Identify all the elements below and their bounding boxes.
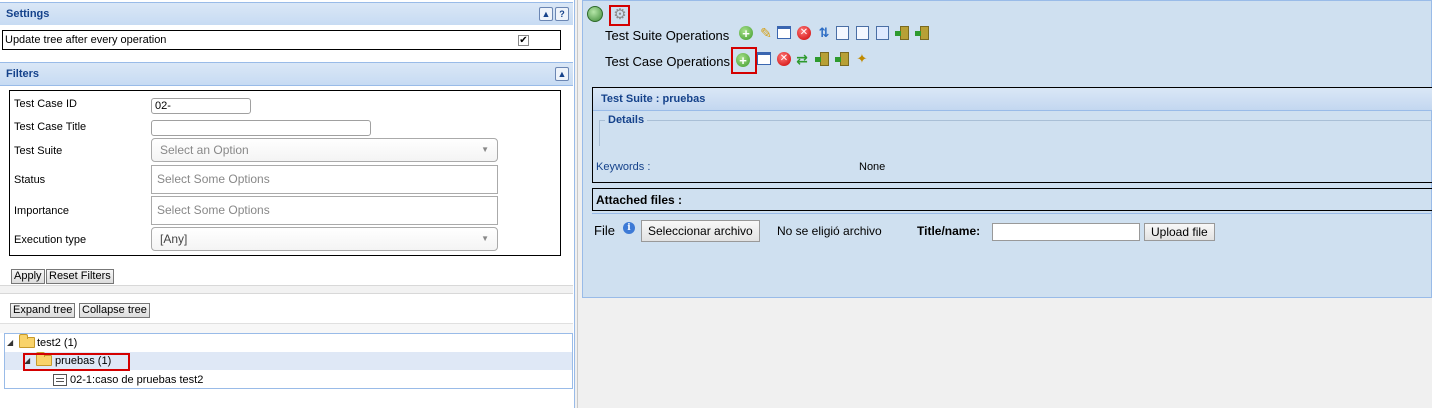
tree-node-pruebas[interactable]: ◢ pruebas (1): [5, 352, 572, 371]
test-case-title-input[interactable]: [151, 120, 371, 136]
status-label: Status: [14, 174, 46, 186]
magic-wand-icon[interactable]: ✦: [854, 51, 870, 67]
collapse-up-icon[interactable]: ▲: [555, 67, 569, 81]
export-icon[interactable]: [915, 26, 929, 40]
test-suite-placeholder: Select an Option: [160, 143, 249, 157]
test-case-id-input[interactable]: 02-: [151, 98, 251, 114]
expanded-triangle-icon[interactable]: ◢: [7, 338, 13, 347]
highlight-box: [609, 5, 630, 26]
collapse-up-icon[interactable]: ▲: [539, 7, 553, 21]
highlight-box: [23, 353, 130, 371]
chevron-down-icon: ▼: [481, 234, 489, 243]
details-legend: Details: [605, 114, 648, 126]
test-suite-title: Test Suite : pruebas: [601, 93, 706, 105]
select-file-button[interactable]: Seleccionar archivo: [641, 220, 760, 242]
keywords-label: Keywords :: [596, 161, 651, 173]
details-fieldset: Details: [599, 114, 1432, 146]
settings-body: Update tree after every operation ✔: [0, 25, 573, 60]
delete-icon[interactable]: ✕: [777, 52, 791, 66]
right-panel: ⚙ Test Suite Operations + ✎ ✕ ⇅ Test Cas…: [582, 0, 1432, 298]
tree-node-label: 02-1:caso de pruebas test2: [70, 374, 204, 386]
execution-type-value: [Any]: [160, 232, 188, 246]
importance-multiselect[interactable]: Select Some Options: [151, 196, 498, 225]
update-tree-label: Update tree after every operation: [5, 34, 167, 46]
test-suite-box: Test Suite : pruebas Details Keywords : …: [592, 87, 1432, 183]
upload-row: File i Seleccionar archivo No se eligió …: [592, 213, 1432, 249]
help-icon[interactable]: ?: [555, 7, 569, 21]
upload-file-button[interactable]: Upload file: [1144, 223, 1215, 241]
test-case-id-label: Test Case ID: [14, 98, 77, 110]
collapse-tree-button[interactable]: Collapse tree: [79, 303, 150, 318]
chevron-down-icon: ▼: [481, 145, 489, 154]
filters-body: Test Case ID 02- Test Case Title Test Su…: [0, 86, 573, 286]
settings-panel-header: Settings ▲ ?: [0, 2, 573, 26]
reset-filters-button[interactable]: Reset Filters: [46, 269, 114, 284]
tree-node-label: test2 (1): [37, 337, 78, 349]
update-tree-checkbox[interactable]: ✔: [518, 35, 529, 46]
window-icon[interactable]: [777, 26, 791, 39]
attached-files-box: Attached files :: [592, 188, 1432, 211]
import-icon[interactable]: [815, 52, 829, 66]
document-icon[interactable]: [856, 26, 869, 40]
update-tree-row: Update tree after every operation ✔: [2, 30, 561, 50]
title-name-label: Title/name:: [917, 224, 981, 238]
move-icon[interactable]: ⇄: [794, 51, 810, 67]
test-case-icon: [53, 374, 67, 386]
test-tree: ◢ test2 (1) ◢ pruebas (1) 02-1:caso de p…: [4, 333, 573, 389]
no-file-label: No se eligió archivo: [777, 224, 882, 238]
settings-title: Settings: [6, 8, 50, 20]
filters-title: Filters: [6, 68, 40, 80]
edit-pencil-icon[interactable]: ✎: [758, 25, 774, 41]
title-name-input[interactable]: [992, 223, 1140, 241]
word-document-icon[interactable]: [876, 26, 889, 40]
section-divider: [0, 285, 573, 294]
test-case-operations-label: Test Case Operations: [605, 54, 731, 69]
tree-toolbar: Expand tree Collapse tree: [0, 295, 573, 323]
pane-splitter[interactable]: [575, 0, 582, 408]
import-icon[interactable]: [895, 26, 909, 40]
filters-panel-header: Filters ▲: [0, 62, 573, 86]
file-label: File: [594, 223, 615, 238]
sort-icon[interactable]: ⇅: [816, 25, 832, 41]
add-icon[interactable]: +: [739, 26, 753, 41]
expand-tree-button[interactable]: Expand tree: [10, 303, 76, 318]
tree-node-test2[interactable]: ◢ test2 (1): [5, 334, 565, 352]
refresh-icon[interactable]: [587, 6, 603, 22]
left-panel: Settings ▲ ? Update tree after every ope…: [0, 0, 575, 408]
execution-type-select[interactable]: [Any] ▼: [151, 227, 498, 251]
attached-files-label: Attached files :: [596, 193, 683, 207]
test-suite-label: Test Suite: [14, 145, 63, 157]
status-multiselect[interactable]: Select Some Options: [151, 165, 498, 194]
test-case-title-label: Test Case Title: [14, 121, 87, 133]
table-icon[interactable]: [836, 26, 849, 40]
apply-button[interactable]: Apply: [11, 269, 45, 284]
highlight-box: [731, 47, 757, 74]
section-divider: [0, 323, 573, 333]
test-suite-header: Test Suite : pruebas: [593, 88, 1432, 111]
folder-icon: [19, 334, 35, 348]
delete-icon[interactable]: ✕: [797, 26, 811, 40]
filters-form: Test Case ID 02- Test Case Title Test Su…: [9, 90, 561, 256]
execution-type-label: Execution type: [14, 234, 87, 246]
test-suite-operations-label: Test Suite Operations: [605, 28, 730, 43]
test-suite-select[interactable]: Select an Option ▼: [151, 138, 498, 162]
info-icon[interactable]: i: [623, 222, 635, 234]
keywords-value: None: [859, 161, 886, 173]
window-icon[interactable]: [757, 52, 771, 65]
tree-node-test-case[interactable]: 02-1:caso de pruebas test2: [5, 371, 565, 389]
export-icon[interactable]: [835, 52, 849, 66]
importance-label: Importance: [14, 205, 70, 217]
